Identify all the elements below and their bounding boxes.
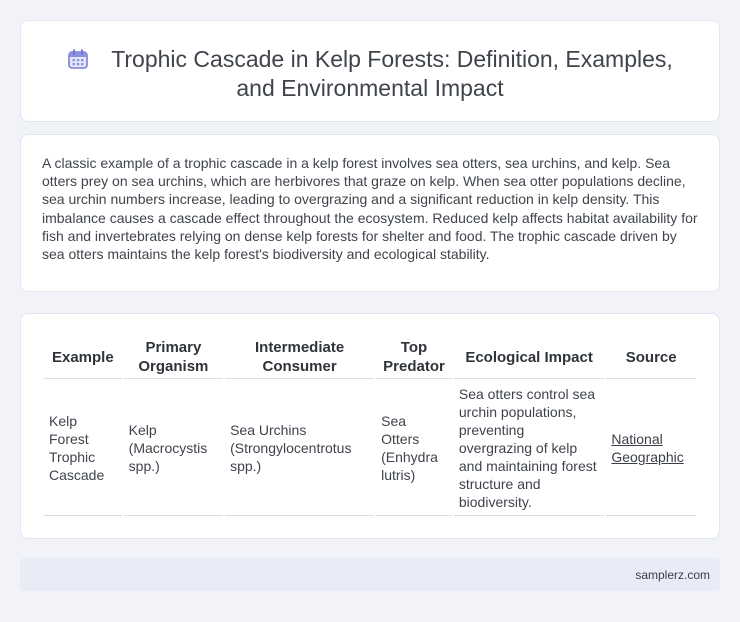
cell-intermediate-consumer: Sea Urchins (Strongylocentrotus spp.) [225, 381, 375, 516]
footer-bar: samplerz.com [20, 558, 720, 591]
footer-site: samplerz.com [635, 568, 710, 582]
intro-paragraph: A classic example of a trophic cascade i… [42, 155, 698, 263]
cell-source: National Geographic [606, 381, 696, 516]
header-ecological-impact: Ecological Impact [453, 336, 605, 379]
header-intermediate-consumer: Intermediate Consumer [225, 336, 375, 379]
header-primary-organism: Primary Organism [123, 336, 224, 379]
cell-top-predator: Sea Otters (Enhydra lutris) [376, 381, 452, 516]
header-source: Source [606, 336, 696, 379]
cell-ecological-impact: Sea otters control sea urchin population… [453, 381, 605, 516]
table-row: Kelp Forest Trophic Cascade Kelp (Macroc… [44, 381, 696, 516]
cell-primary-organism: Kelp (Macrocystis spp.) [123, 381, 224, 516]
calendar-icon [68, 49, 88, 69]
header-top-predator: Top Predator [376, 336, 452, 379]
table-header-row: Example Primary Organism Intermediate Co… [44, 336, 696, 379]
intro-card: A classic example of a trophic cascade i… [20, 134, 720, 292]
table-card: Example Primary Organism Intermediate Co… [20, 313, 720, 539]
cell-example: Kelp Forest Trophic Cascade [44, 381, 122, 516]
page-title-wrap: Trophic Cascade in Kelp Forests: Definit… [51, 45, 689, 103]
cascade-table: Example Primary Organism Intermediate Co… [42, 334, 698, 518]
header-example: Example [44, 336, 122, 379]
title-card: Trophic Cascade in Kelp Forests: Definit… [20, 20, 720, 122]
source-link[interactable]: National Geographic [611, 431, 683, 465]
page-title: Trophic Cascade in Kelp Forests: Definit… [111, 46, 673, 101]
